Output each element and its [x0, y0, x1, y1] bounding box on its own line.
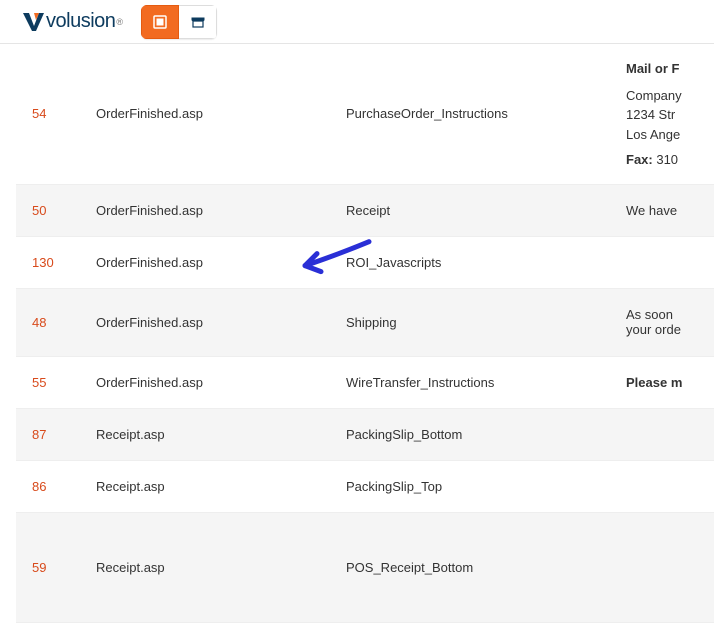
row-page-cell: OrderFinished.asp: [80, 288, 330, 356]
header: volusion ®: [0, 0, 714, 44]
row-page-text: Receipt.asp: [96, 560, 165, 575]
row-name-cell: Receipt: [330, 184, 610, 236]
row-page-text: Receipt.asp: [96, 479, 165, 494]
desc-line: Company: [626, 86, 698, 106]
desc-line: As soon: [626, 307, 698, 322]
table-row: 50 OrderFinished.asp Receipt We have: [16, 184, 714, 236]
dashboard-button[interactable]: [141, 5, 179, 39]
row-page-cell: OrderFinished.asp: [80, 356, 330, 408]
row-page-text: OrderFinished.asp: [96, 203, 203, 218]
desc-line: Los Ange: [626, 125, 698, 145]
table-row: 86 Receipt.asp PackingSlip_Top: [16, 460, 714, 512]
row-name-cell: PurchaseOrder_Instructions: [330, 44, 610, 184]
articles-table: 54 OrderFinished.asp PurchaseOrder_Instruc…: [16, 44, 714, 623]
desc-suffix-value: 310: [653, 152, 678, 167]
row-name-cell: POS_Receipt_Bottom: [330, 512, 610, 622]
row-desc-cell: [610, 408, 714, 460]
desc-body: Company1234 StrLos Ange: [626, 86, 698, 145]
row-id-link[interactable]: 86: [32, 479, 46, 494]
table-row: 87 Receipt.asp PackingSlip_Bottom: [16, 408, 714, 460]
desc-line: 1234 Str: [626, 105, 698, 125]
row-id-link[interactable]: 48: [32, 315, 46, 330]
content-area: 54 OrderFinished.asp PurchaseOrder_Instruc…: [16, 44, 714, 623]
logo-mark-icon: [20, 10, 44, 34]
row-id-link[interactable]: 50: [32, 203, 46, 218]
row-page-cell: OrderFinished.asp: [80, 184, 330, 236]
table-row: 48OrderFinished.aspShippingAs soonyour o…: [16, 288, 714, 356]
desc-line: your orde: [626, 322, 698, 337]
row-desc-cell: Please m: [610, 356, 714, 408]
row-id-link[interactable]: 87: [32, 427, 46, 442]
brand-text: volusion: [46, 10, 115, 33]
brand-logo[interactable]: volusion ®: [20, 10, 123, 34]
row-desc-cell: [610, 236, 714, 288]
row-desc-cell: We have: [610, 184, 714, 236]
table-row: 59 Receipt.asp POS_Receipt_Bottom: [16, 512, 714, 622]
row-page-text: OrderFinished.asp: [96, 255, 203, 270]
row-id-link[interactable]: 130: [32, 255, 54, 270]
row-page-cell: Receipt.asp: [80, 460, 330, 512]
row-page-cell: OrderFinished.asp: [80, 44, 330, 184]
row-name-cell: PackingSlip_Bottom: [330, 408, 610, 460]
row-page-cell: Receipt.asp: [80, 512, 330, 622]
row-page-text: OrderFinished.asp: [96, 106, 203, 121]
table-row: 55 OrderFinished.asp WireTransfer_Instruct…: [16, 356, 714, 408]
row-desc-cell: [610, 512, 714, 622]
header-toolbar: [141, 5, 217, 39]
row-desc-cell: As soonyour orde: [610, 288, 714, 356]
row-name-cell: WireTransfer_Instructions: [330, 356, 610, 408]
table-row: 130 OrderFinished.asp ROI_Javascripts: [16, 236, 714, 288]
row-page-text: OrderFinished.asp: [96, 315, 203, 330]
row-name-cell: Shipping: [330, 288, 610, 356]
row-desc-cell: [610, 460, 714, 512]
desc-bold: Please m: [626, 375, 682, 390]
row-id-link[interactable]: 55: [32, 375, 46, 390]
row-page-text: Receipt.asp: [96, 427, 165, 442]
table-row: 54 OrderFinished.asp PurchaseOrder_Instruc…: [16, 44, 714, 184]
row-page-text: OrderFinished.asp: [96, 375, 203, 390]
row-id-link[interactable]: 59: [32, 560, 46, 575]
desc-suffix-label: Fax:: [626, 152, 653, 167]
row-page-cell: Receipt.asp: [80, 408, 330, 460]
desc-suffix: Fax: 310: [626, 152, 698, 167]
brand-registered: ®: [116, 17, 123, 27]
row-id-link[interactable]: 54: [32, 106, 46, 121]
row-page-cell: OrderFinished.asp: [80, 236, 330, 288]
row-desc-cell: Mail or F Company1234 StrLos Ange Fax: 310: [610, 44, 714, 184]
row-name-cell: PackingSlip_Top: [330, 460, 610, 512]
desc-heading: Mail or F: [626, 61, 698, 76]
storefront-button[interactable]: [179, 5, 217, 39]
desc-plain: We have: [626, 203, 677, 218]
row-name-cell: ROI_Javascripts: [330, 236, 610, 288]
